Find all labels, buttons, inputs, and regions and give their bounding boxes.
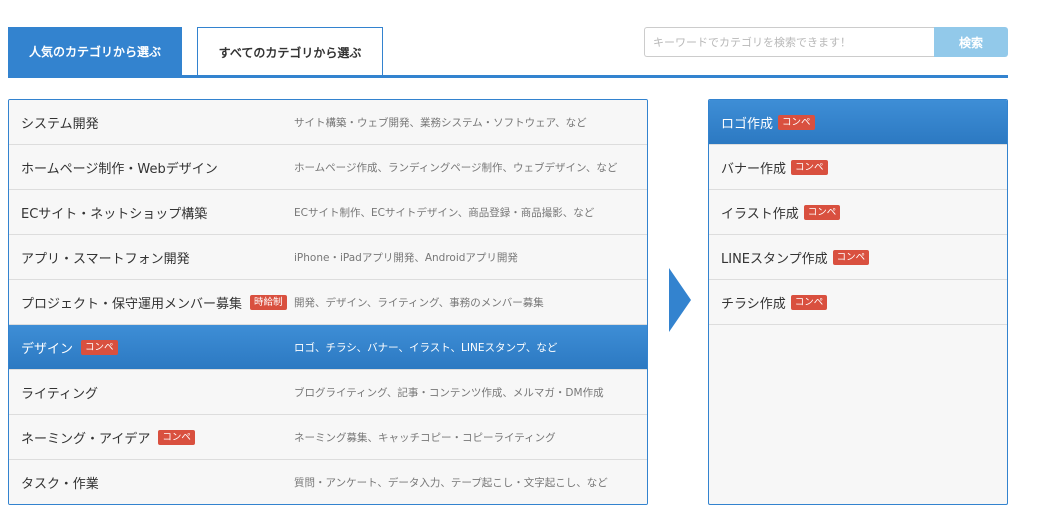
category-name: ホームページ制作・Webデザイン: [21, 161, 218, 177]
category-row[interactable]: ネーミング・アイデア コンペ ネーミング募集、キャッチコピー・コピーライティング: [9, 415, 647, 460]
category-name: システム開発: [21, 116, 99, 132]
category-name: ECサイト・ネットショップ構築: [21, 206, 208, 222]
subcategory-list: ロゴ作成 コンペ バナー作成 コンペ イラスト作成 コンペ LINEスタンプ作成…: [708, 99, 1008, 505]
subcategory-row[interactable]: バナー作成 コンペ: [709, 145, 1007, 190]
category-row[interactable]: プロジェクト・保守運用メンバー募集 時給制 開発、デザイン、ライティング、事務のメ…: [9, 280, 647, 325]
category-name: ライティング: [21, 386, 98, 402]
category-description: ロゴ、チラシ、バナー、イラスト、LINEスタンプ、など: [294, 341, 558, 354]
category-description: iPhone・iPadアプリ開発、Androidアプリ開発: [294, 251, 518, 264]
contest-badge: コンペ: [158, 429, 195, 445]
contest-badge: コンペ: [803, 204, 841, 220]
subcategory-name: バナー作成: [721, 161, 787, 177]
search-bar: 検索: [644, 27, 1008, 57]
subcategory-row[interactable]: LINEスタンプ作成 コンペ: [709, 235, 1007, 280]
contest-badge: コンペ: [790, 294, 828, 310]
category-row-selected[interactable]: デザイン コンペ ロゴ、チラシ、バナー、イラスト、LINEスタンプ、など: [9, 325, 647, 370]
category-description: ECサイト制作、ECサイトデザイン、商品登録・商品撮影、など: [294, 206, 595, 219]
subcategory-row[interactable]: イラスト作成 コンペ: [709, 190, 1007, 235]
category-row[interactable]: ECサイト・ネットショップ構築 ECサイト制作、ECサイトデザイン、商品登録・商…: [9, 190, 647, 235]
category-description: サイト構築・ウェブ開発、業務システム・ソフトウェア、など: [294, 116, 587, 129]
subcategory-name: ロゴ作成: [721, 116, 774, 132]
search-button[interactable]: 検索: [934, 27, 1008, 57]
contest-badge: コンペ: [791, 159, 828, 175]
category-description: 質問・アンケート、データ入力、テープ起こし・文字起こし、など: [294, 476, 608, 489]
contest-badge: コンペ: [778, 114, 815, 130]
tab-all-categories[interactable]: すべてのカテゴリから選ぶ: [197, 27, 383, 77]
category-list: システム開発 サイト構築・ウェブ開発、業務システム・ソフトウェア、など ホームペ…: [8, 99, 648, 505]
tab-popular-categories[interactable]: 人気のカテゴリから選ぶ: [8, 27, 182, 76]
category-name: ネーミング・アイデア コンペ: [9, 428, 294, 447]
search-input[interactable]: [644, 27, 934, 57]
category-row[interactable]: ホームページ制作・Webデザイン ホームページ作成、ランディングページ制作、ウェ…: [9, 145, 647, 190]
category-description: 開発、デザイン、ライティング、事務のメンバー募集: [294, 296, 544, 309]
arrow-right-icon: [669, 268, 691, 332]
category-row[interactable]: アプリ・スマートフォン開発 iPhone・iPadアプリ開発、Androidアプ…: [9, 235, 647, 280]
category-name: デザイン コンペ: [9, 338, 294, 357]
subcategory-row[interactable]: チラシ作成 コンペ: [709, 280, 1007, 325]
category-description: ブログライティング、記事・コンテンツ作成、メルマガ・DM作成: [294, 386, 604, 399]
category-row[interactable]: ライティング ブログライティング、記事・コンテンツ作成、メルマガ・DM作成: [9, 370, 647, 415]
category-description: ネーミング募集、キャッチコピー・コピーライティング: [294, 431, 556, 444]
contest-badge: コンペ: [832, 249, 870, 265]
subcategory-name: LINEスタンプ作成: [721, 251, 828, 267]
contest-badge: コンペ: [81, 339, 118, 355]
category-name: タスク・作業: [21, 476, 99, 492]
tab-underline: [8, 75, 1008, 78]
category-name: プロジェクト・保守運用メンバー募集 時給制: [9, 293, 294, 312]
subcategory-name: チラシ作成: [721, 296, 786, 312]
category-row[interactable]: システム開発 サイト構築・ウェブ開発、業務システム・ソフトウェア、など: [9, 100, 647, 145]
hourly-badge: 時給制: [250, 294, 287, 310]
subcategory-name: イラスト作成: [721, 206, 799, 222]
subcategory-row-selected[interactable]: ロゴ作成 コンペ: [709, 100, 1007, 145]
category-row[interactable]: タスク・作業 質問・アンケート、データ入力、テープ起こし・文字起こし、など: [9, 460, 647, 504]
category-name: アプリ・スマートフォン開発: [21, 251, 190, 267]
category-description: ホームページ作成、ランディングページ制作、ウェブデザイン、など: [294, 161, 618, 174]
